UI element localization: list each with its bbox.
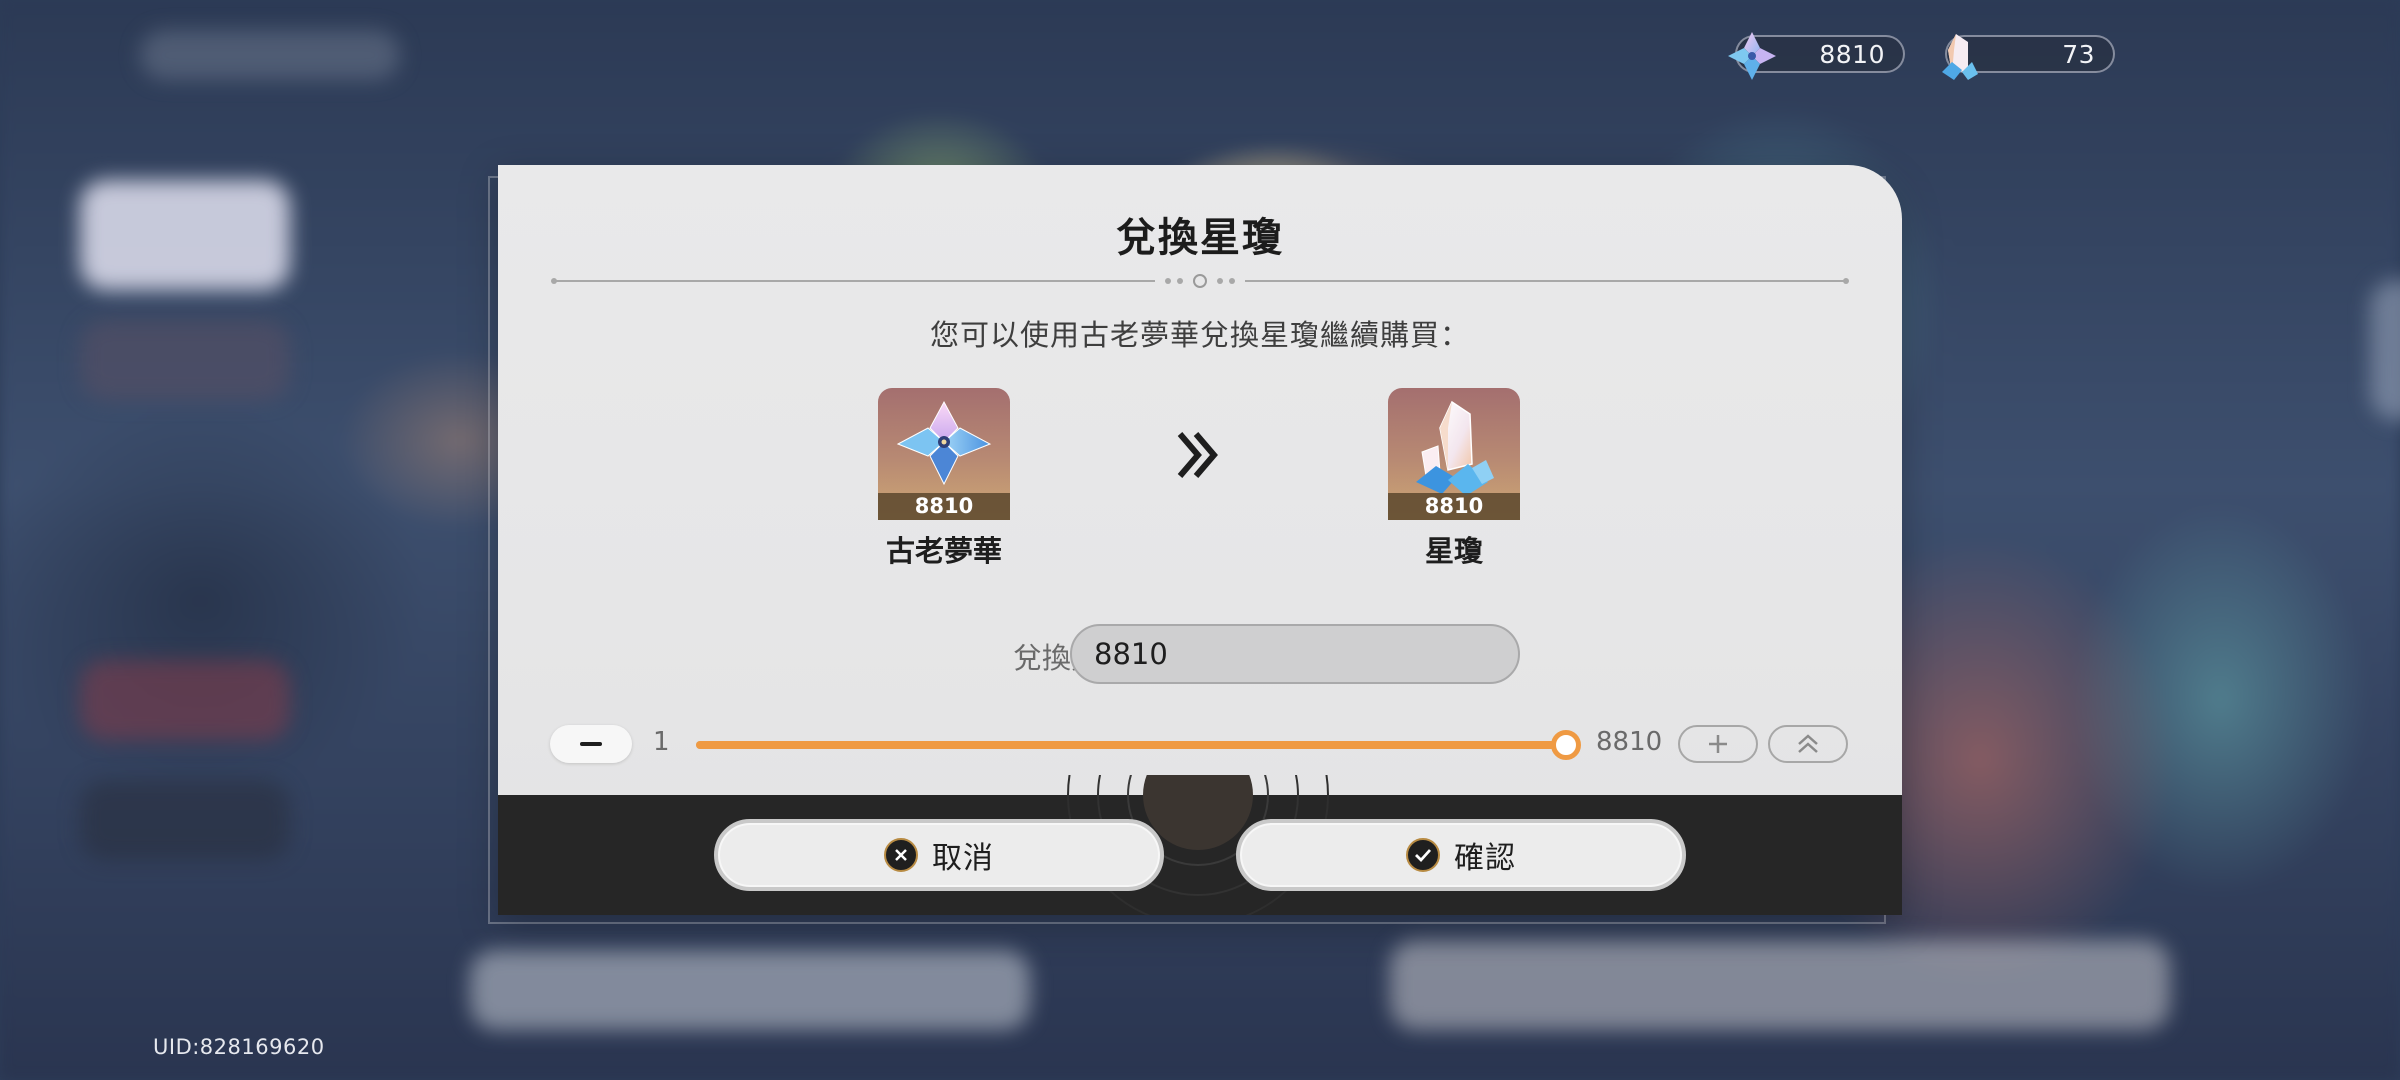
dream-flower-icon	[896, 400, 992, 486]
target-item-count: 8810	[1388, 493, 1520, 520]
background-shape	[470, 950, 1030, 1030]
target-item-name: 星瓊	[1424, 534, 1483, 568]
background-shape	[80, 660, 290, 740]
slider-min-label: 1	[653, 727, 670, 757]
background-shape	[1390, 940, 2170, 1030]
dream-flower-amount: 8810	[1819, 39, 1885, 69]
stellar-jade-icon	[1416, 400, 1494, 496]
confirm-button[interactable]: 確認	[1236, 819, 1686, 891]
dialog-title: 兌換星瓊	[1116, 215, 1284, 261]
minus-icon	[580, 742, 602, 746]
background-shape	[2370, 280, 2400, 420]
exchange-dialog: 兌換星瓊 您可以使用古老夢華兌換星瓊繼續購買： 8810 古老夢華 8810 星…	[498, 165, 1902, 915]
max-quantity-button[interactable]	[1768, 725, 1848, 763]
background-shape	[80, 180, 290, 290]
check-circle-icon	[1406, 838, 1440, 872]
user-id-label: UID:828169620	[153, 1035, 325, 1059]
target-item-card: 8810	[1388, 388, 1520, 520]
plus-icon	[1709, 735, 1727, 753]
background-shape	[140, 30, 400, 80]
slider-thumb[interactable]	[1551, 730, 1581, 760]
background-shape	[80, 780, 290, 860]
stellar-jade-icon	[1942, 34, 1978, 80]
target-item[interactable]: 8810 星瓊	[1388, 388, 1520, 570]
background-shape	[80, 320, 290, 400]
source-item-card: 8810	[878, 388, 1010, 520]
title-divider	[551, 274, 1849, 288]
stellar-jade-amount: 73	[2062, 39, 2095, 69]
dialog-subtitle: 您可以使用古老夢華兌換星瓊繼續購買：	[929, 318, 1470, 352]
quantity-slider[interactable]	[696, 730, 1581, 760]
source-item-name: 古老夢華	[885, 534, 1002, 568]
increase-button[interactable]	[1678, 725, 1758, 763]
confirm-button-label: 確認	[1454, 841, 1516, 876]
double-chevron-up-icon	[1798, 734, 1818, 753]
decrease-button[interactable]	[550, 725, 632, 763]
source-item[interactable]: 8810 古老夢華	[878, 388, 1010, 570]
quantity-input[interactable]: 8810	[1070, 624, 1520, 684]
source-item-count: 8810	[878, 493, 1010, 520]
slider-max-label: 8810	[1596, 727, 1663, 757]
close-circle-icon	[884, 838, 918, 872]
dialog-footer: 取消 確認	[498, 775, 1902, 915]
slider-fill	[696, 741, 1566, 749]
double-chevron-right-icon	[1177, 432, 1218, 478]
cancel-button[interactable]: 取消	[714, 819, 1164, 891]
dream-flower-icon	[1728, 32, 1776, 80]
cancel-button-label: 取消	[932, 841, 994, 876]
